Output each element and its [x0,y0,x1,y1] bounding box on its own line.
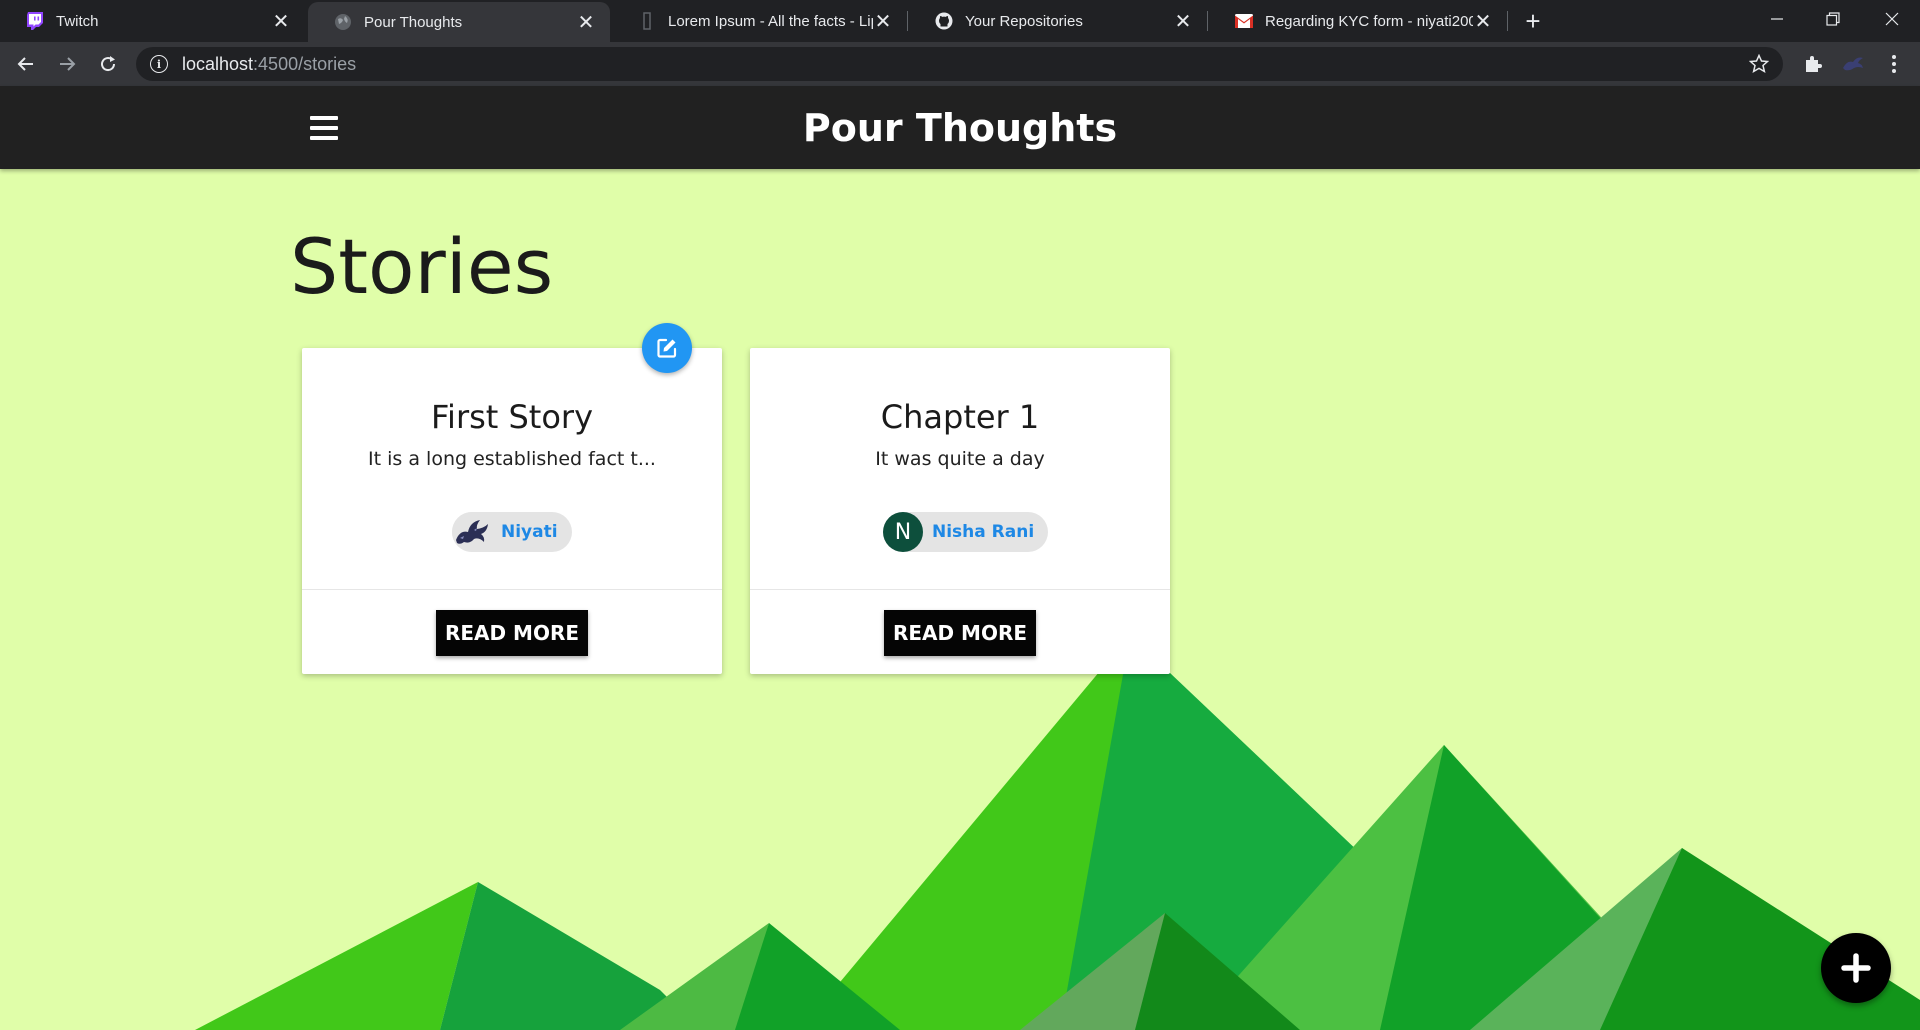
tab-separator [907,11,908,31]
browser-menu-icon[interactable] [1878,48,1910,80]
story-excerpt: It is a long established fact t... [368,448,656,470]
story-card: Chapter 1 It was quite a day N Nisha Ran… [750,348,1170,674]
story-card: First Story It is a long established fac… [302,348,722,674]
url-path: :4500/stories [253,53,357,74]
forward-icon[interactable] [51,48,83,80]
restore-icon[interactable] [1805,0,1861,38]
twitch-icon [26,12,44,30]
author-name: Niyati [501,522,558,542]
story-title: First Story [430,398,594,436]
info-icon[interactable]: i [150,55,168,73]
tab-github[interactable]: Your Repositories ✕ [909,0,1207,42]
author-avatar-letter: N [883,512,923,552]
address-bar[interactable]: i localhost:4500/stories [136,47,1783,81]
page-title: Stories [290,222,554,311]
close-icon[interactable]: ✕ [271,11,291,33]
profile-avatar-icon[interactable] [1837,48,1869,80]
tab-pour-thoughts[interactable]: Pour Thoughts ✕ [308,2,610,42]
tab-twitch[interactable]: Twitch ✕ [0,0,305,42]
back-icon[interactable] [10,48,42,80]
minimize-icon[interactable] [1749,0,1805,38]
plus-icon [1841,953,1871,983]
new-tab-icon[interactable]: + [1518,6,1548,36]
tab-title: Regarding KYC form - niyati2000 [1265,12,1473,30]
dragon-avatar-icon [452,512,492,552]
close-window-icon[interactable] [1864,0,1920,38]
add-story-button[interactable] [1821,933,1891,1003]
read-more-button[interactable]: READ MORE [436,610,588,656]
tab-lorem-ipsum[interactable]: Lorem Ipsum - All the facts - Lipsum ✕ [612,0,907,42]
reload-icon[interactable] [92,48,124,80]
author-name: Nisha Rani [932,522,1035,542]
lipsum-icon [638,12,656,30]
tab-gmail[interactable]: Regarding KYC form - niyati2000 ✕ [1209,0,1507,42]
author-chip[interactable]: N Nisha Rani [883,512,1049,552]
gmail-icon [1235,12,1253,30]
tab-separator [1207,11,1208,31]
bookmark-star-icon[interactable] [1748,53,1770,79]
tab-title: Twitch [56,12,99,30]
card-divider [302,589,722,590]
close-icon[interactable]: ✕ [873,11,893,33]
tab-separator [1507,11,1508,31]
edit-icon [657,338,677,358]
edit-story-button[interactable] [642,323,692,373]
github-icon [935,12,953,30]
tab-title: Your Repositories [965,12,1083,30]
app-header: Pour Thoughts [0,86,1920,169]
globe-icon [334,13,352,31]
story-excerpt: It was quite a day [875,448,1045,470]
url-host: localhost [182,53,254,74]
close-icon[interactable]: ✕ [576,12,596,34]
tab-title: Pour Thoughts [364,13,463,31]
app-title: Pour Thoughts [802,106,1118,150]
close-icon[interactable]: ✕ [1473,11,1493,33]
read-more-button[interactable]: READ MORE [884,610,1036,656]
browser-tab-strip: Twitch ✕ Pour Thoughts ✕ Lorem Ipsum - A… [0,0,1920,42]
author-chip[interactable]: Niyati [452,512,572,552]
tab-title: Lorem Ipsum - All the facts - Lipsum [668,12,873,30]
extensions-icon[interactable] [1797,48,1829,80]
card-divider [750,589,1170,590]
story-title: Chapter 1 [880,398,1040,436]
browser-toolbar: i localhost:4500/stories [0,42,1920,86]
close-icon[interactable]: ✕ [1173,11,1193,33]
